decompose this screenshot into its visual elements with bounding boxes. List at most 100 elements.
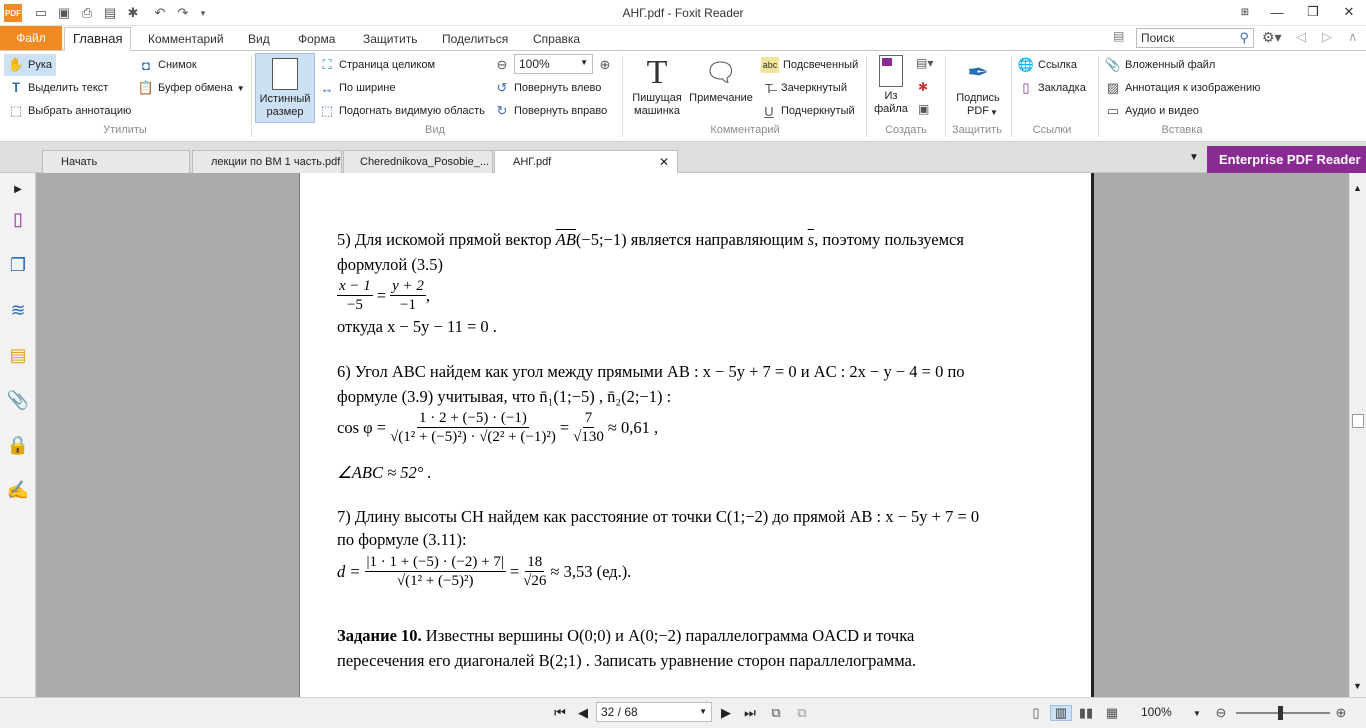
sign-pdf-button[interactable]: ✒ Подпись PDF ▼ <box>950 55 1006 118</box>
p7-num2: 18 <box>525 554 545 572</box>
comments-panel-icon[interactable]: ▤ <box>6 343 30 367</box>
create-blank-icon[interactable]: ✱ <box>918 80 928 94</box>
tab-file[interactable]: Файл <box>0 26 62 50</box>
facing-pages-icon[interactable]: ▮▮ <box>1077 705 1095 721</box>
note-button[interactable]: 🗨 Примечание <box>688 55 754 105</box>
fit-page-button[interactable]: ⛶ Страница целиком <box>319 55 435 75</box>
attachments-panel-icon[interactable]: 📎 <box>6 388 30 412</box>
chevron-down-icon[interactable]: ▼ <box>1193 705 1201 721</box>
nav-back-icon[interactable]: ◁ <box>1296 29 1306 45</box>
zoom-slider-track[interactable] <box>1236 712 1330 714</box>
typewriter-button[interactable]: T Пишущая машинка <box>628 55 686 118</box>
hand-label: Рука <box>28 59 53 71</box>
single-page-icon[interactable]: ▯ <box>1027 705 1045 721</box>
tab-home[interactable]: Главная <box>64 27 132 51</box>
tab-view[interactable]: Вид <box>238 29 280 50</box>
strikeout-button[interactable]: T̶ Зачеркнутый <box>761 78 847 98</box>
audio-video-button[interactable]: ▭ Аудио и видео <box>1105 101 1199 121</box>
create-menu-icon[interactable]: ▤▾ <box>916 56 933 70</box>
search-input[interactable]: Поиск ⚲ <box>1136 28 1254 48</box>
next-view-icon[interactable]: ⧉ <box>793 705 811 721</box>
continuous-facing-icon[interactable]: ▦ <box>1103 705 1121 721</box>
search-icon[interactable]: ⚲ <box>1239 30 1249 46</box>
zoom-slider-thumb[interactable] <box>1278 706 1283 720</box>
fit-width-button[interactable]: ↔ По ширине <box>319 78 396 98</box>
doc-tab-active[interactable]: АНГ.pdf ✕ <box>494 150 678 174</box>
p6-num: 1 · 2 + (−5) · (−1) <box>417 410 529 428</box>
last-page-icon[interactable]: ⏭ <box>741 705 759 721</box>
typewriter-label: Пишущая машинка <box>632 92 682 117</box>
signatures-panel-icon[interactable]: ✍ <box>6 478 30 502</box>
clipboard-button[interactable]: 📋 Буфер обмена ▼ <box>138 78 245 98</box>
next-page-icon[interactable]: ▶ <box>718 705 734 721</box>
image-icon: ▨ <box>1106 80 1120 95</box>
link-button[interactable]: 🌐 Ссылка <box>1018 55 1077 75</box>
first-page-icon[interactable]: ⏮ <box>551 705 569 721</box>
scroll-down-icon[interactable]: ▼ <box>1353 681 1362 691</box>
doc-tab-start[interactable]: Начать <box>42 150 190 173</box>
navigation-panel: ▶ ▯ ❐ ≋ ▤ 📎 🔒 ✍ <box>0 173 36 697</box>
close-button[interactable]: ✕ <box>1334 0 1364 24</box>
minimize-button[interactable]: — <box>1262 0 1292 24</box>
image-annotation-button[interactable]: ▨ Аннотация к изображению <box>1105 78 1261 98</box>
close-tab-icon[interactable]: ✕ <box>659 155 669 169</box>
page-number-input[interactable]: 32 / 68 ▼ <box>596 702 712 722</box>
scroll-up-icon[interactable]: ▲ <box>1353 183 1362 193</box>
prev-page-icon[interactable]: ◀ <box>575 705 591 721</box>
zoom-in-button[interactable]: ⊕ <box>597 55 617 75</box>
tab-protect[interactable]: Защитить <box>353 29 427 50</box>
bookmark-button[interactable]: ▯ Закладка <box>1018 78 1085 98</box>
rotate-left-button[interactable]: ↺ Повернуть влево <box>494 78 602 98</box>
doc-tab-lectures[interactable]: лекции по ВМ 1 часть.pdf <box>192 150 342 173</box>
tab-form[interactable]: Форма <box>288 29 345 50</box>
select-text-button[interactable]: 𝐓 Выделить текст <box>8 78 109 98</box>
pdf-page: 5) Для искомой прямой вектор AB(−5;−1) я… <box>299 173 1094 697</box>
search-placeholder: Поиск <box>1141 31 1175 45</box>
enterprise-banner[interactable]: Enterprise PDF Reader <box>1207 146 1366 173</box>
continuous-page-icon[interactable]: ▥ <box>1050 705 1072 721</box>
collapse-ribbon-icon[interactable]: ∧ <box>1348 29 1358 45</box>
hand-tool-button[interactable]: ✋ Рука <box>8 55 52 75</box>
highlight-button[interactable]: abc Подсвеченный <box>761 55 858 75</box>
attachment-button[interactable]: 📎 Вложенный файл <box>1105 55 1215 75</box>
pages-panel-icon[interactable]: ❐ <box>6 253 30 277</box>
fit-visible-button[interactable]: ⬚ Подогнать видимую область <box>319 101 485 121</box>
underline-icon: U <box>764 103 774 119</box>
chevron-down-icon: ▼ <box>580 58 588 67</box>
p5-text-c: , поэтому пользуемся <box>814 230 964 249</box>
create-combine-icon[interactable]: ▣ <box>918 102 929 116</box>
previous-view-icon[interactable]: ⧉ <box>767 705 785 721</box>
tab-list-chevron-icon[interactable]: ▼ <box>1189 152 1199 163</box>
zoom-out-button[interactable]: ⊖ <box>494 55 514 75</box>
vertical-scrollbar[interactable]: ▲ ▼ <box>1349 173 1366 697</box>
snapshot-button[interactable]: ◘ Снимок <box>138 55 197 75</box>
zoom-level[interactable]: 100% <box>1141 703 1191 721</box>
find-icon[interactable]: ▤ <box>1113 29 1129 45</box>
p6-line2: формуле (3.9) учитывая, что n̄₁(1;−5) , … <box>337 387 672 406</box>
actual-size-button[interactable]: Истинный размер <box>255 53 315 123</box>
layers-panel-icon[interactable]: ≋ <box>6 298 30 322</box>
maximize-button[interactable]: ❐ <box>1298 0 1328 24</box>
scroll-thumb[interactable] <box>1352 414 1364 428</box>
restore-ribbon-icon[interactable]: ⊞ <box>1230 0 1260 24</box>
tab-help[interactable]: Справка <box>523 29 590 50</box>
separator <box>866 55 867 137</box>
underline-button[interactable]: U Подчеркнутый <box>761 101 854 121</box>
zoom-select[interactable]: 100% ▼ <box>514 54 593 74</box>
tab-share[interactable]: Поделиться <box>432 29 518 50</box>
bookmarks-panel-icon[interactable]: ▯ <box>6 207 30 231</box>
tab-comment[interactable]: Комментарий <box>138 29 234 50</box>
expand-panel-icon[interactable]: ▶ <box>6 177 30 201</box>
doc-tab-cherednikova[interactable]: Cherednikova_Posobie_... <box>343 150 493 173</box>
from-file-button[interactable]: Из файла <box>872 55 910 116</box>
zoom-out-status-icon[interactable]: ⊖ <box>1213 705 1229 721</box>
zoom-in-status-icon[interactable]: ⊕ <box>1333 705 1349 721</box>
nav-forward-icon[interactable]: ▷ <box>1322 29 1332 45</box>
p7-line2: по формуле (3.11): <box>337 530 467 549</box>
security-lock-icon[interactable]: 🔒 <box>6 433 30 457</box>
select-annotation-button[interactable]: ⬚ Выбрать аннотацию <box>8 101 131 121</box>
settings-gear-icon[interactable]: ⚙▾ <box>1262 29 1282 46</box>
note-label: Примечание <box>689 92 753 104</box>
rotate-right-button[interactable]: ↻ Повернуть вправо <box>494 101 608 121</box>
text-cursor-icon: 𝐓 <box>11 80 21 95</box>
